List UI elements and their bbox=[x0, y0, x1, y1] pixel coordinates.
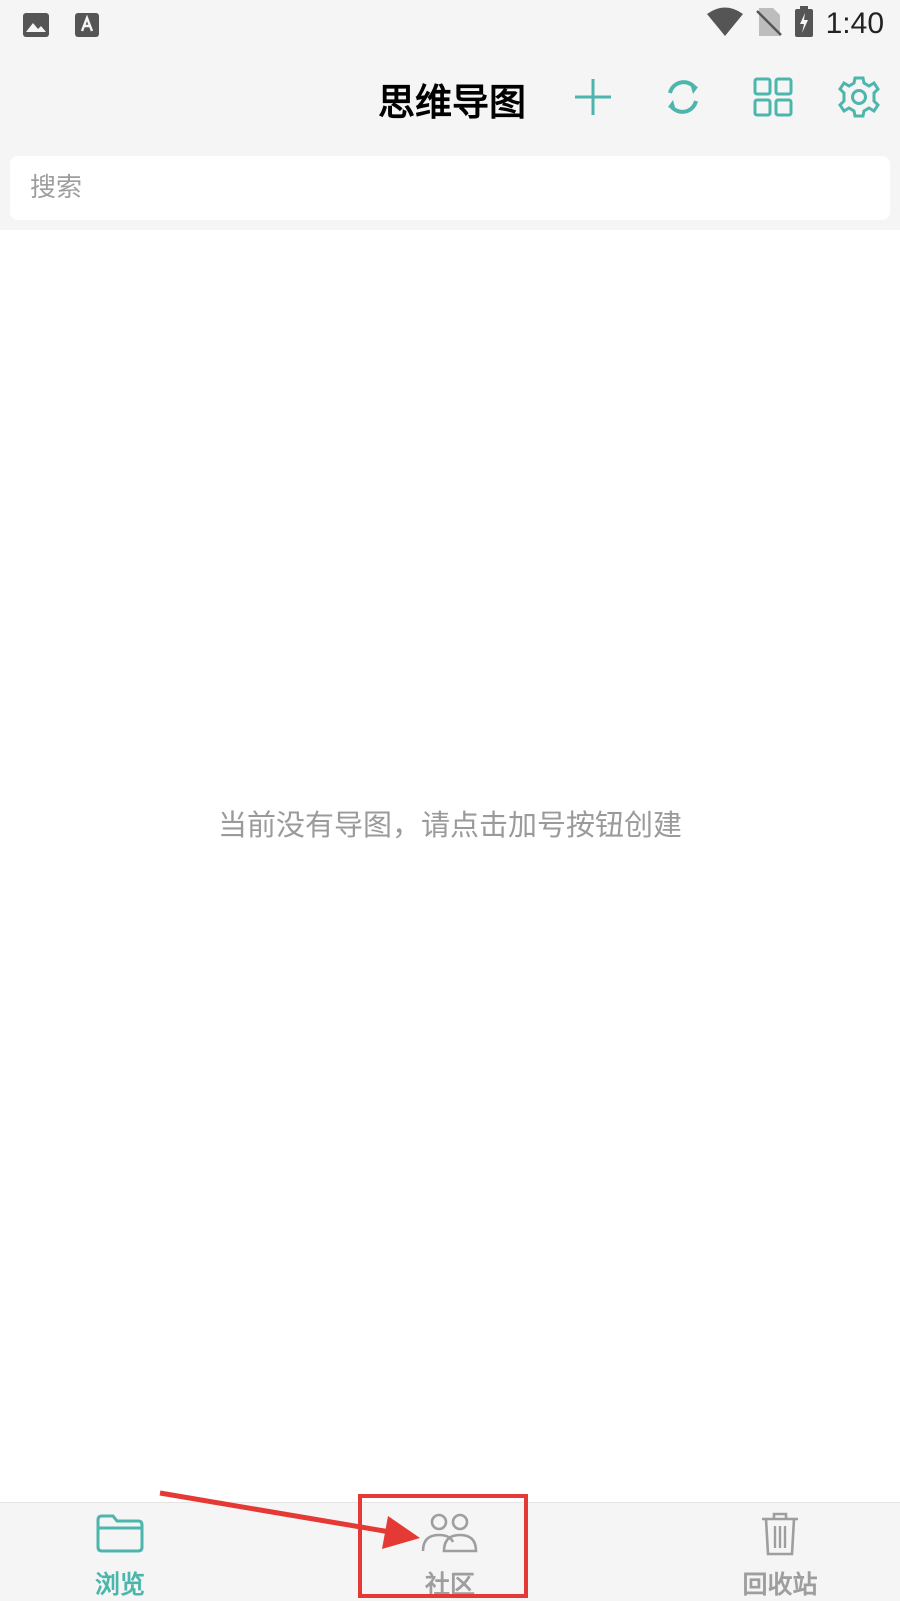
community-icon bbox=[421, 1513, 478, 1553]
wifi-icon bbox=[706, 7, 744, 41]
search-bar bbox=[10, 156, 890, 220]
nav-item-community[interactable]: 社区 bbox=[300, 1503, 600, 1601]
nav-label: 回收站 bbox=[742, 1570, 818, 1599]
trash-icon bbox=[762, 1512, 798, 1556]
nav-item-trash[interactable]: 回收站 bbox=[630, 1503, 900, 1601]
nav-label: 浏览 bbox=[94, 1570, 145, 1599]
settings-icon bbox=[838, 76, 880, 118]
folder-icon bbox=[96, 1514, 144, 1553]
status-right-icons: 1:40 bbox=[706, 6, 884, 42]
grid-view-button[interactable] bbox=[746, 70, 800, 124]
main-content: 当前没有导图，请点击加号按钮创建 bbox=[0, 230, 900, 1502]
nav-item-browse[interactable]: 浏览 bbox=[0, 1503, 270, 1601]
battery-charging-icon bbox=[794, 6, 814, 42]
page-title: 思维导图 bbox=[378, 81, 526, 124]
sync-icon bbox=[668, 80, 698, 114]
text-a-icon bbox=[74, 12, 100, 42]
no-sim-icon bbox=[755, 7, 782, 41]
sync-button[interactable] bbox=[656, 70, 710, 124]
status-bar: 1:40 bbox=[0, 0, 900, 50]
settings-button[interactable] bbox=[832, 70, 886, 124]
status-time: 1:40 bbox=[825, 7, 884, 40]
nav-label: 社区 bbox=[424, 1570, 475, 1599]
add-icon bbox=[575, 79, 611, 115]
search-input[interactable] bbox=[10, 156, 890, 220]
image-icon bbox=[22, 12, 50, 42]
status-left-icons bbox=[22, 12, 100, 42]
app-bar: 思维导图 bbox=[0, 50, 900, 146]
bottom-nav: 浏览 社区 回收站 bbox=[0, 1502, 900, 1601]
empty-state-message: 当前没有导图，请点击加号按钮创建 bbox=[217, 808, 682, 842]
grid-view-icon bbox=[753, 77, 793, 117]
add-button[interactable] bbox=[566, 70, 620, 124]
